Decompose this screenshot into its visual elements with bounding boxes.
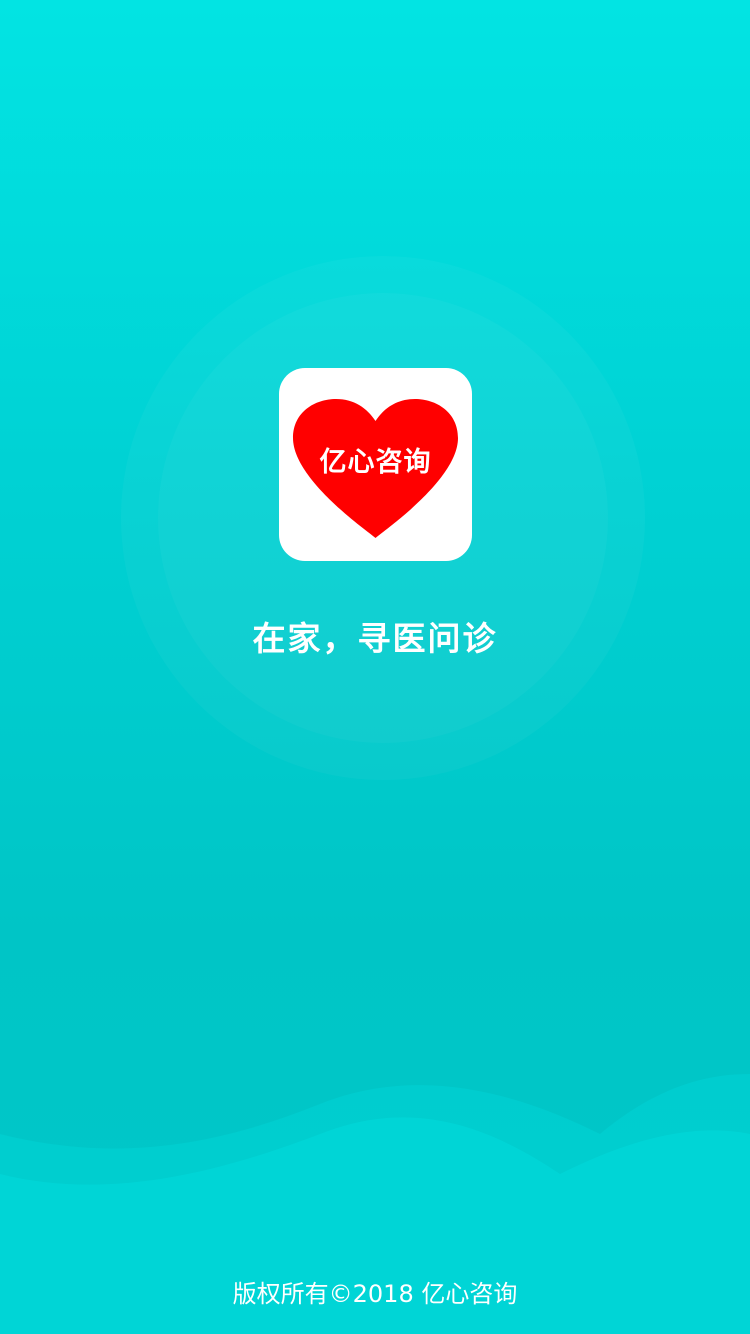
app-logo: 亿心咨询	[279, 368, 472, 561]
tagline: 在家，寻医问诊	[252, 619, 498, 658]
copyright-text: 版权所有©2018 亿心咨询	[232, 1280, 518, 1308]
logo-text: 亿心咨询	[319, 447, 432, 478]
splash-screen: 亿心咨询 在家，寻医问诊 版权所有©2018 亿心咨询	[0, 0, 750, 1334]
